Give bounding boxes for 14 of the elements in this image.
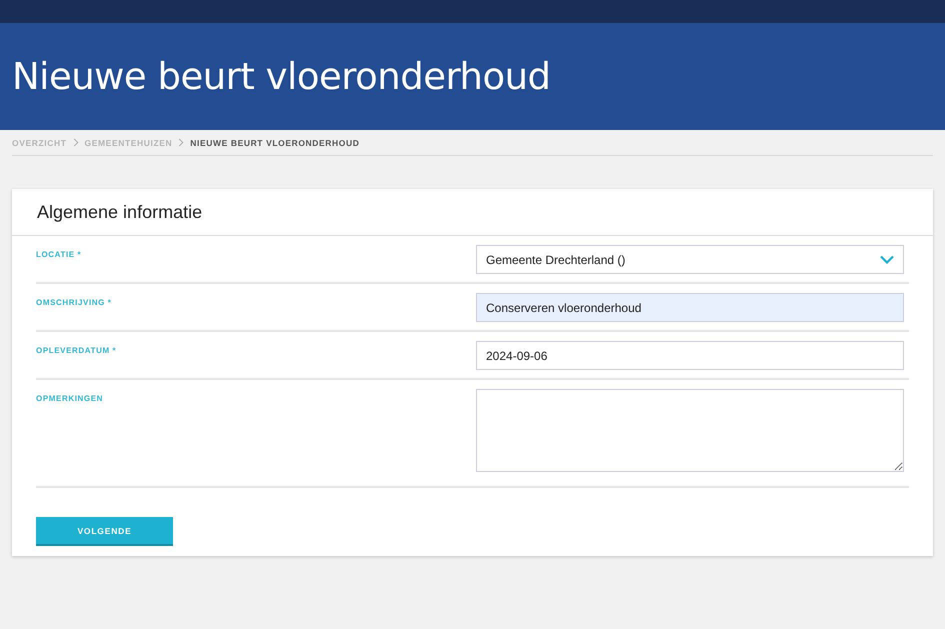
- field-label: OMSCHRIJVING *: [36, 297, 113, 309]
- chevron-down-icon: [880, 255, 894, 264]
- breadcrumb-current: NIEUWE BEURT VLOERONDERHOUD: [190, 138, 360, 148]
- field-label: LOCATIE *: [36, 249, 82, 261]
- page-title: Nieuwe beurt vloeronderhoud: [12, 55, 551, 98]
- remarks-field[interactable]: [476, 389, 904, 472]
- chevron-right-icon: [178, 138, 184, 147]
- input-field[interactable]: 2024-09-06: [476, 341, 904, 370]
- field-label: OPLEVERDATUM *: [36, 345, 118, 357]
- field-label: OPMERKINGEN: [36, 393, 104, 405]
- location-select[interactable]: Gemeente Drechterland (): [476, 245, 904, 274]
- chevron-right-icon: [72, 138, 79, 147]
- input-field[interactable]: Conserveren vloeronderhoud: [476, 293, 904, 322]
- card-title: Algemene informatie: [12, 189, 933, 236]
